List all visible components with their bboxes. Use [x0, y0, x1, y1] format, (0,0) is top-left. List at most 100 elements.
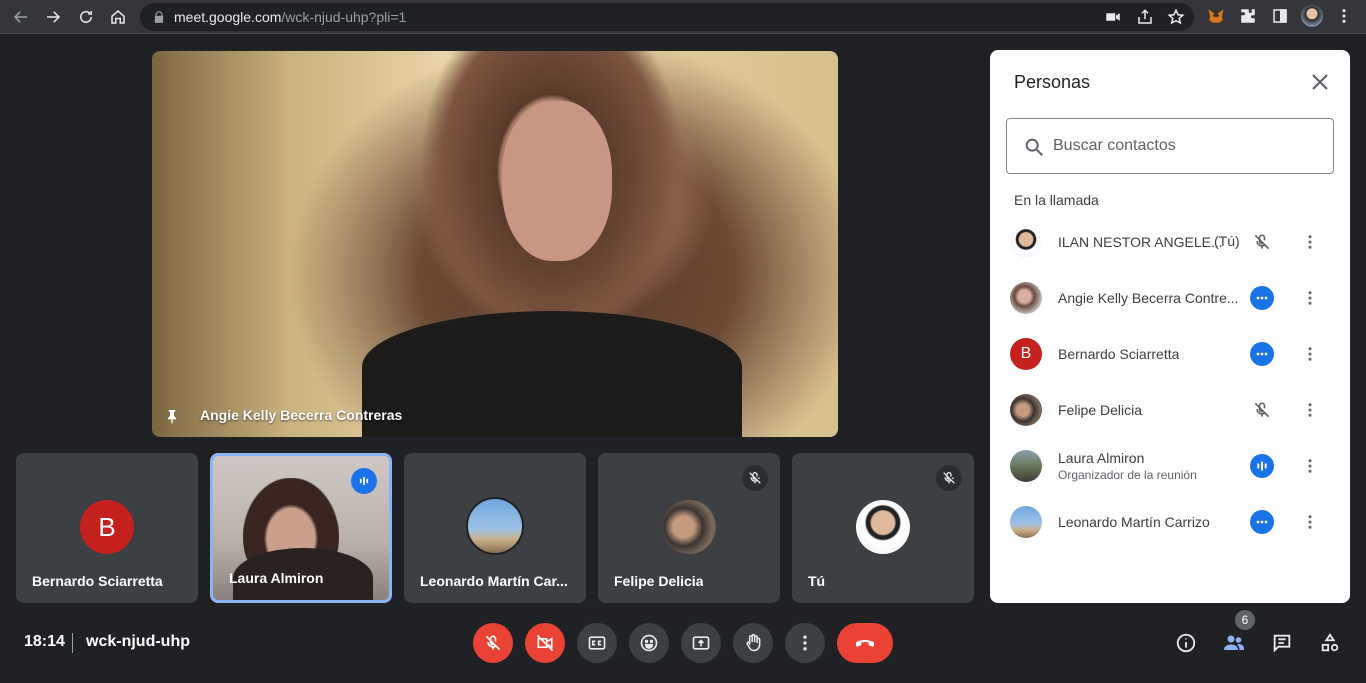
share-icon[interactable] — [1136, 8, 1154, 26]
captions-button[interactable] — [577, 623, 617, 663]
star-icon[interactable] — [1167, 8, 1185, 26]
extensions-icon[interactable] — [1237, 5, 1259, 27]
participant-name: Tú — [808, 573, 826, 589]
more-options-button[interactable] — [785, 623, 825, 663]
people-icon — [1224, 635, 1244, 650]
participant-row[interactable]: Leonardo Martín Carrizo — [990, 494, 1350, 550]
address-bar[interactable]: meet.google.com/wck-njud-uhp?pli=1 — [140, 3, 1194, 31]
hand-icon — [746, 633, 761, 652]
divider — [72, 633, 73, 653]
meeting-details-button[interactable] — [1174, 631, 1198, 655]
participant-tile[interactable]: Tú — [792, 453, 974, 603]
participant-row[interactable]: B Bernardo Sciarretta — [990, 326, 1350, 382]
emoji-icon — [640, 634, 658, 652]
search-icon — [1025, 138, 1043, 156]
present-screen-icon — [692, 636, 710, 650]
more-activity-icon — [1250, 286, 1274, 310]
pin-icon[interactable] — [164, 407, 180, 425]
participant-tile[interactable]: B Bernardo Sciarretta — [16, 453, 198, 603]
raise-hand-button[interactable] — [733, 623, 773, 663]
more-options-icon[interactable] — [1298, 454, 1322, 478]
more-options-icon[interactable] — [1298, 398, 1322, 422]
more-options-icon[interactable] — [1298, 510, 1322, 534]
participant-name: Bernardo Sciarretta — [32, 573, 163, 589]
people-button[interactable] — [1222, 631, 1246, 655]
video-face — [502, 101, 612, 261]
captions-icon — [588, 636, 606, 650]
sidepanel-icon[interactable] — [1269, 5, 1291, 27]
avatar — [856, 500, 910, 554]
mic-toggle-button[interactable] — [473, 623, 513, 663]
search-field[interactable] — [1006, 118, 1334, 174]
participant-tile[interactable]: Laura Almiron — [210, 453, 392, 603]
profile-avatar[interactable] — [1301, 5, 1323, 27]
mic-off-icon — [936, 465, 962, 491]
meeting-code: wck-njud-uhp — [86, 633, 190, 650]
present-button[interactable] — [681, 623, 721, 663]
avatar — [1010, 282, 1042, 314]
reactions-button[interactable] — [629, 623, 669, 663]
speaking-indicator-icon — [1250, 454, 1274, 478]
camera-icon[interactable] — [1104, 8, 1122, 26]
pinned-participant-name: Angie Kelly Becerra Contreras — [200, 407, 403, 423]
avatar — [466, 497, 524, 555]
meeting-time: 18:14 — [24, 633, 65, 650]
more-options-icon[interactable] — [1298, 342, 1322, 366]
participant-name: Laura Almiron — [229, 570, 324, 586]
avatar — [1010, 394, 1042, 426]
metamask-icon[interactable] — [1205, 5, 1227, 27]
back-icon[interactable] — [8, 4, 34, 30]
participant-row[interactable]: ILAN NESTOR ANGELE... (Tú) — [990, 214, 1350, 270]
participant-name: Angie Kelly Becerra Contre... — [1058, 290, 1239, 306]
activities-icon — [1321, 633, 1339, 652]
mic-off-icon — [485, 635, 501, 651]
more-vert-icon — [803, 635, 807, 651]
reload-icon[interactable] — [73, 4, 99, 30]
participant-name: Leonardo Martín Carrizo — [1058, 514, 1210, 530]
participant-tile[interactable]: Leonardo Martín Car... — [404, 453, 586, 603]
more-options-icon[interactable] — [1298, 230, 1322, 254]
speaking-indicator-icon — [351, 468, 377, 494]
camera-toggle-button[interactable] — [525, 623, 565, 663]
browser-menu-icon[interactable] — [1333, 5, 1355, 27]
home-icon[interactable] — [105, 4, 131, 30]
avatar — [1010, 226, 1042, 258]
close-icon[interactable] — [1308, 70, 1332, 94]
more-activity-icon — [1250, 510, 1274, 534]
participant-role: Organizador de la reunión — [1058, 468, 1197, 482]
people-panel: Personas En la llamada ILAN NESTOR ANGEL… — [990, 50, 1350, 603]
leave-call-button[interactable] — [837, 623, 893, 663]
more-activity-icon — [1250, 342, 1274, 366]
more-options-icon[interactable] — [1298, 286, 1322, 310]
url-text: meet.google.com/wck-njud-uhp?pli=1 — [174, 9, 407, 25]
lock-icon — [154, 11, 164, 23]
mic-off-icon — [1250, 398, 1274, 422]
participant-name: Laura Almiron — [1058, 450, 1145, 466]
participant-tile[interactable]: Felipe Delicia — [598, 453, 780, 603]
avatar — [662, 500, 716, 554]
avatar: B — [1010, 338, 1042, 370]
participant-name: Bernardo Sciarretta — [1058, 346, 1180, 362]
mic-off-icon — [1250, 230, 1274, 254]
avatar — [1010, 450, 1042, 482]
forward-icon[interactable] — [40, 4, 66, 30]
chat-icon — [1273, 634, 1291, 653]
avatar — [1010, 506, 1042, 538]
video-shirt — [362, 311, 742, 437]
participant-name: ILAN NESTOR ANGELE... — [1058, 234, 1223, 250]
activities-button[interactable] — [1318, 631, 1342, 655]
section-label: En la llamada — [1014, 192, 1099, 208]
search-input[interactable] — [1053, 133, 1313, 159]
participant-row[interactable]: Angie Kelly Becerra Contre... — [990, 270, 1350, 326]
pinned-video[interactable]: Angie Kelly Becerra Contreras — [152, 51, 838, 437]
people-count-badge: 6 — [1235, 610, 1255, 630]
participant-row[interactable]: Laura Almiron Organizador de la reunión — [990, 438, 1350, 494]
panel-title: Personas — [1014, 72, 1091, 92]
browser-toolbar: meet.google.com/wck-njud-uhp?pli=1 — [0, 0, 1366, 34]
info-icon — [1176, 633, 1196, 653]
chat-button[interactable] — [1270, 631, 1294, 655]
participant-row[interactable]: Felipe Delicia — [990, 382, 1350, 438]
mic-off-icon — [742, 465, 768, 491]
participant-name: Felipe Delicia — [1058, 402, 1143, 418]
hang-up-icon — [856, 640, 874, 647]
